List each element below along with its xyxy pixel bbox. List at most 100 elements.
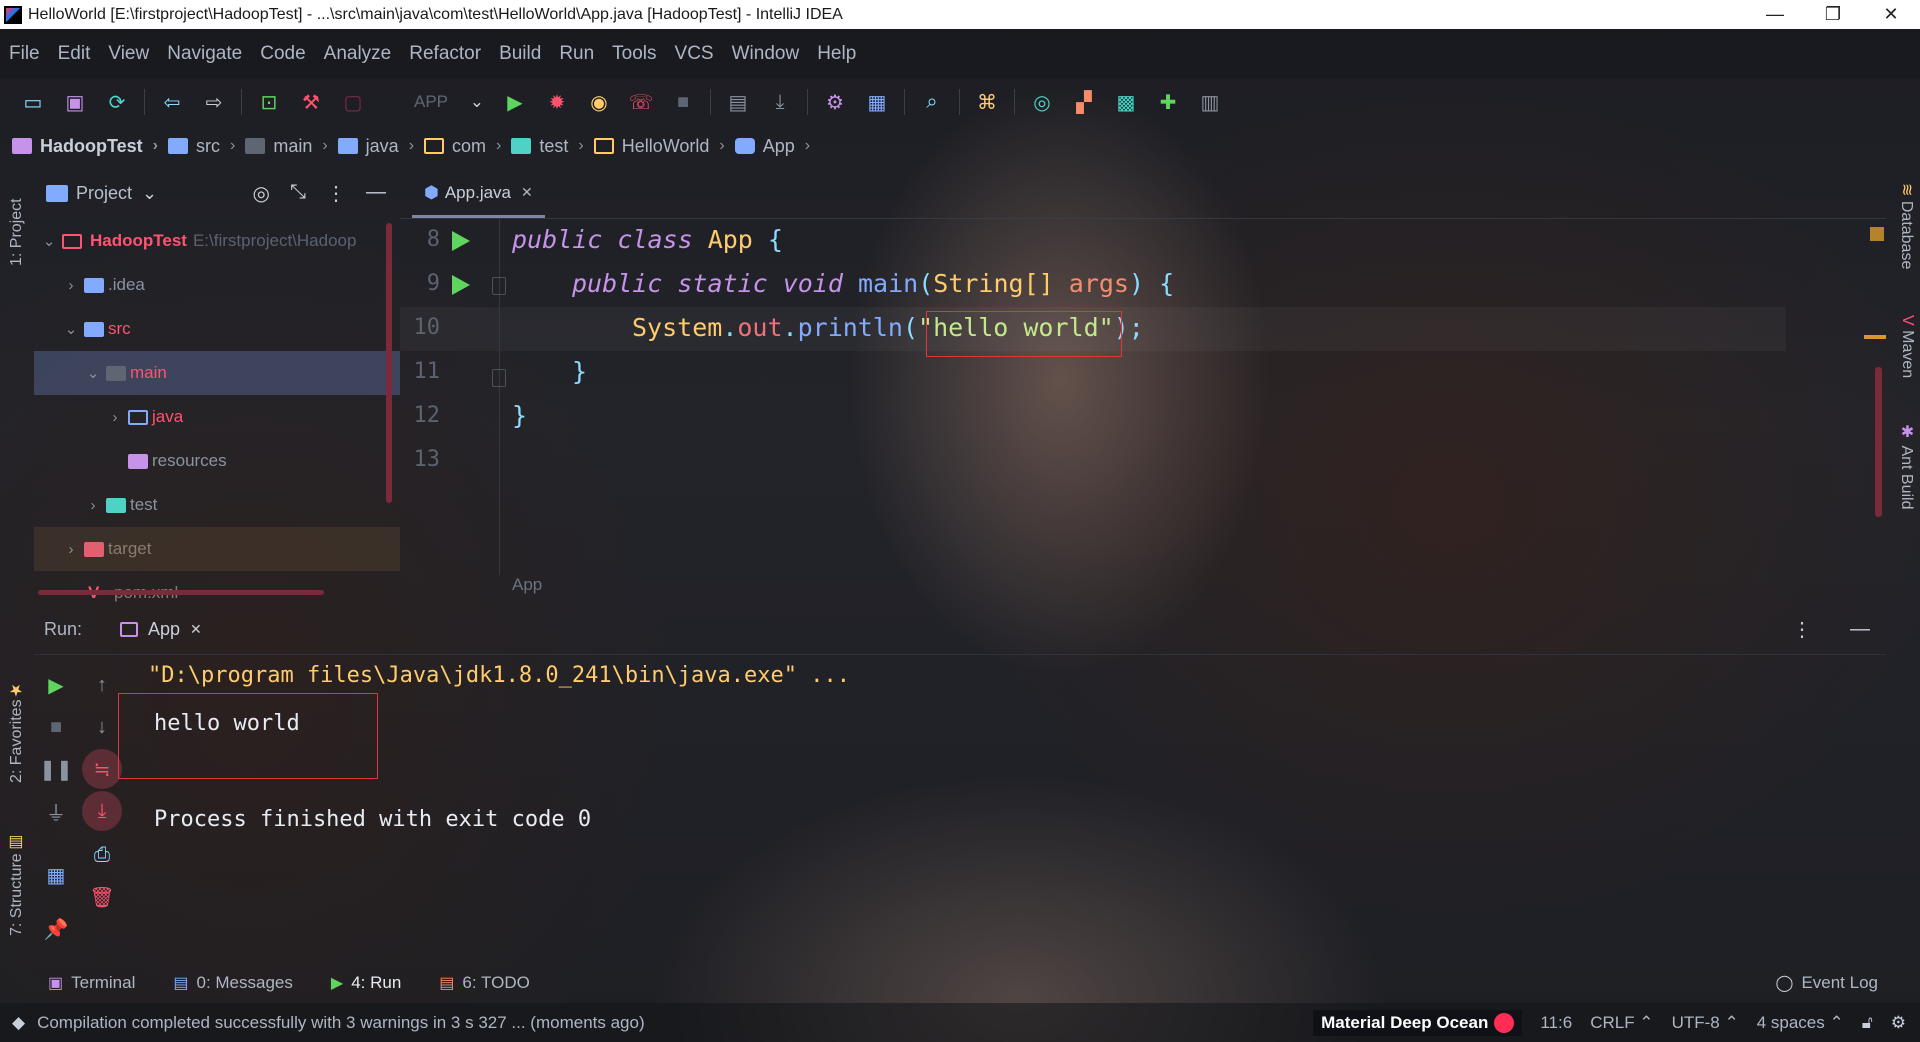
scroll-to-end-icon[interactable]: ⤓	[82, 791, 122, 831]
project-structure-icon[interactable]: ▦	[856, 85, 898, 119]
lock-icon[interactable]: 🔓︎	[1862, 1013, 1873, 1033]
close-icon[interactable]: ✕	[521, 184, 533, 201]
collapse-arrow-icon[interactable]: ›	[84, 497, 102, 514]
ant-tool-tab[interactable]: ✱ Ant Build	[1897, 422, 1916, 510]
back-arrow-icon[interactable]: ⇦	[151, 85, 193, 119]
hide-panel-icon[interactable]: —	[366, 181, 386, 206]
down-arrow-icon[interactable]: ↓	[82, 707, 122, 747]
run-class-gutter-icon[interactable]	[452, 231, 470, 251]
chevron-down-icon[interactable]: ⌄	[142, 183, 157, 204]
menu-analyze[interactable]: Analyze	[315, 43, 401, 65]
inspection-status-icon[interactable]	[1870, 227, 1884, 241]
menu-tools[interactable]: Tools	[603, 43, 665, 65]
pin-icon[interactable]: 📌	[36, 909, 76, 949]
crumb-test[interactable]: test ›	[511, 136, 593, 157]
search-icon[interactable]: ⌕	[911, 85, 953, 119]
menu-build[interactable]: Build	[490, 43, 550, 65]
project-view-select[interactable]: Project	[76, 183, 132, 204]
tab-app-java[interactable]: ⬢ App.java ✕	[412, 170, 545, 218]
run-tab-app[interactable]: App ✕	[120, 619, 202, 640]
editor-breadcrumb[interactable]: App	[512, 575, 542, 595]
tree-item-root[interactable]: ⌄ HadoopTest E:\firstproject\Hadoop	[34, 219, 400, 263]
print-icon[interactable]: ⎙	[82, 835, 122, 875]
sync-icon[interactable]: ⟳	[96, 85, 138, 119]
trash-icon[interactable]: 🗑	[82, 877, 122, 917]
record-icon[interactable]: ◎	[1021, 85, 1063, 119]
close-icon[interactable]: ✕	[190, 621, 202, 638]
todo-tab[interactable]: ▤ 6: TODO	[439, 973, 530, 993]
save-all-icon[interactable]: ▣	[54, 85, 96, 119]
tree-item-main[interactable]: ⌄ main	[34, 351, 400, 395]
theme-indicator[interactable]: Material Deep Ocean	[1313, 1009, 1523, 1036]
structure-tool-tab[interactable]: 7: Structure ▤	[0, 825, 34, 945]
maven-tool-tab[interactable]: V Maven	[1898, 315, 1916, 378]
favorites-tool-tab[interactable]: 2: Favorites ★	[0, 672, 34, 792]
terminal-build-icon[interactable]: ⊡	[248, 85, 290, 119]
collapse-arrow-icon[interactable]: ›	[62, 541, 80, 558]
coverage-icon[interactable]: ◉	[578, 85, 620, 119]
rerun-icon[interactable]: ▶	[36, 665, 76, 705]
minimize-button[interactable]: —	[1746, 0, 1804, 29]
expand-arrow-icon[interactable]: ⌄	[40, 232, 58, 250]
database-tool-tab[interactable]: ≋ Database	[1897, 183, 1916, 269]
sdk-chip-icon[interactable]: ⌘	[966, 85, 1008, 119]
tree-item-resources[interactable]: resources	[34, 439, 400, 483]
project-hscrollbar[interactable]	[38, 590, 324, 595]
menu-run[interactable]: Run	[550, 43, 603, 65]
menu-view[interactable]: View	[99, 43, 158, 65]
crumb-com[interactable]: com ›	[424, 136, 511, 157]
crumb-java[interactable]: java ›	[337, 136, 424, 157]
layers-icon[interactable]: ◆	[12, 1013, 25, 1033]
plug-icon[interactable]: ⏚	[36, 791, 76, 831]
status-message[interactable]: Compilation completed successfully with …	[37, 1013, 645, 1033]
crumb-app[interactable]: App ›	[734, 136, 820, 157]
terminal-tab[interactable]: ▣ Terminal	[48, 973, 135, 993]
more-options-icon[interactable]: ⋮	[1792, 617, 1812, 642]
profile-icon[interactable]: ☏	[620, 85, 662, 119]
warning-stripe-marker[interactable]	[1864, 335, 1886, 339]
hide-panel-icon[interactable]: —	[1850, 618, 1870, 641]
crumb-project[interactable]: HadoopTest ›	[12, 136, 168, 157]
more-options-icon[interactable]: ⋮	[326, 181, 346, 206]
vcs-update-icon[interactable]: ▤	[717, 85, 759, 119]
locate-target-icon[interactable]: ◎	[253, 181, 270, 206]
code-text-area[interactable]: public class App { public static void ma…	[500, 219, 1860, 575]
menu-edit[interactable]: Edit	[49, 43, 100, 65]
run-config-select[interactable]: APP ⌄	[374, 86, 494, 118]
puzzle-icon[interactable]: ✚	[1147, 85, 1189, 119]
settings-gear-icon[interactable]: ⚙	[814, 85, 856, 119]
up-arrow-icon[interactable]: ↑	[82, 665, 122, 705]
data-view-icon[interactable]: ▩	[1105, 85, 1147, 119]
expand-arrow-icon[interactable]: ⌄	[62, 320, 80, 338]
tree-item-test[interactable]: › test	[34, 483, 400, 527]
menu-help[interactable]: Help	[808, 43, 865, 65]
forward-arrow-icon[interactable]: ⇨	[193, 85, 235, 119]
collapse-arrow-icon[interactable]: ›	[62, 277, 80, 294]
layout-icon[interactable]: ▦	[36, 855, 76, 895]
collapse-arrow-icon[interactable]: ›	[106, 409, 124, 426]
collapse-all-icon[interactable]: ⤡	[290, 181, 306, 206]
caret-position[interactable]: 11:6	[1540, 1013, 1572, 1033]
indent-select[interactable]: 4 spaces ⌃	[1757, 1013, 1844, 1033]
soft-wrap-icon[interactable]: ≒	[82, 749, 122, 789]
plugins-grid-icon[interactable]: ▞	[1063, 85, 1105, 119]
menu-code[interactable]: Code	[251, 43, 314, 65]
menu-file[interactable]: File	[0, 43, 49, 65]
menu-navigate[interactable]: Navigate	[158, 43, 251, 65]
tree-item-java[interactable]: › java	[34, 395, 400, 439]
crumb-helloworld[interactable]: HelloWorld ›	[593, 136, 735, 157]
line-separator-select[interactable]: CRLF ⌃	[1590, 1013, 1653, 1033]
menu-vcs[interactable]: VCS	[666, 43, 723, 65]
stop-icon[interactable]: ■	[662, 85, 704, 119]
stop-icon[interactable]: ■	[36, 707, 76, 747]
tree-item-target[interactable]: › target	[34, 527, 400, 571]
close-button[interactable]: ✕	[1862, 0, 1920, 29]
pause-icon[interactable]: ❚❚	[36, 749, 76, 789]
crumb-main[interactable]: main ›	[245, 136, 337, 157]
editor-scrollbar[interactable]	[1875, 367, 1882, 517]
inspector-icon[interactable]: ⚙	[1891, 1013, 1906, 1033]
encoding-select[interactable]: UTF-8 ⌃	[1672, 1013, 1739, 1033]
project-tool-tab[interactable]: 1: Project	[0, 177, 34, 287]
menu-refactor[interactable]: Refactor	[400, 43, 490, 65]
console-output[interactable]: "D:\program files\Java\jdk1.8.0_241\bin\…	[118, 657, 1848, 957]
